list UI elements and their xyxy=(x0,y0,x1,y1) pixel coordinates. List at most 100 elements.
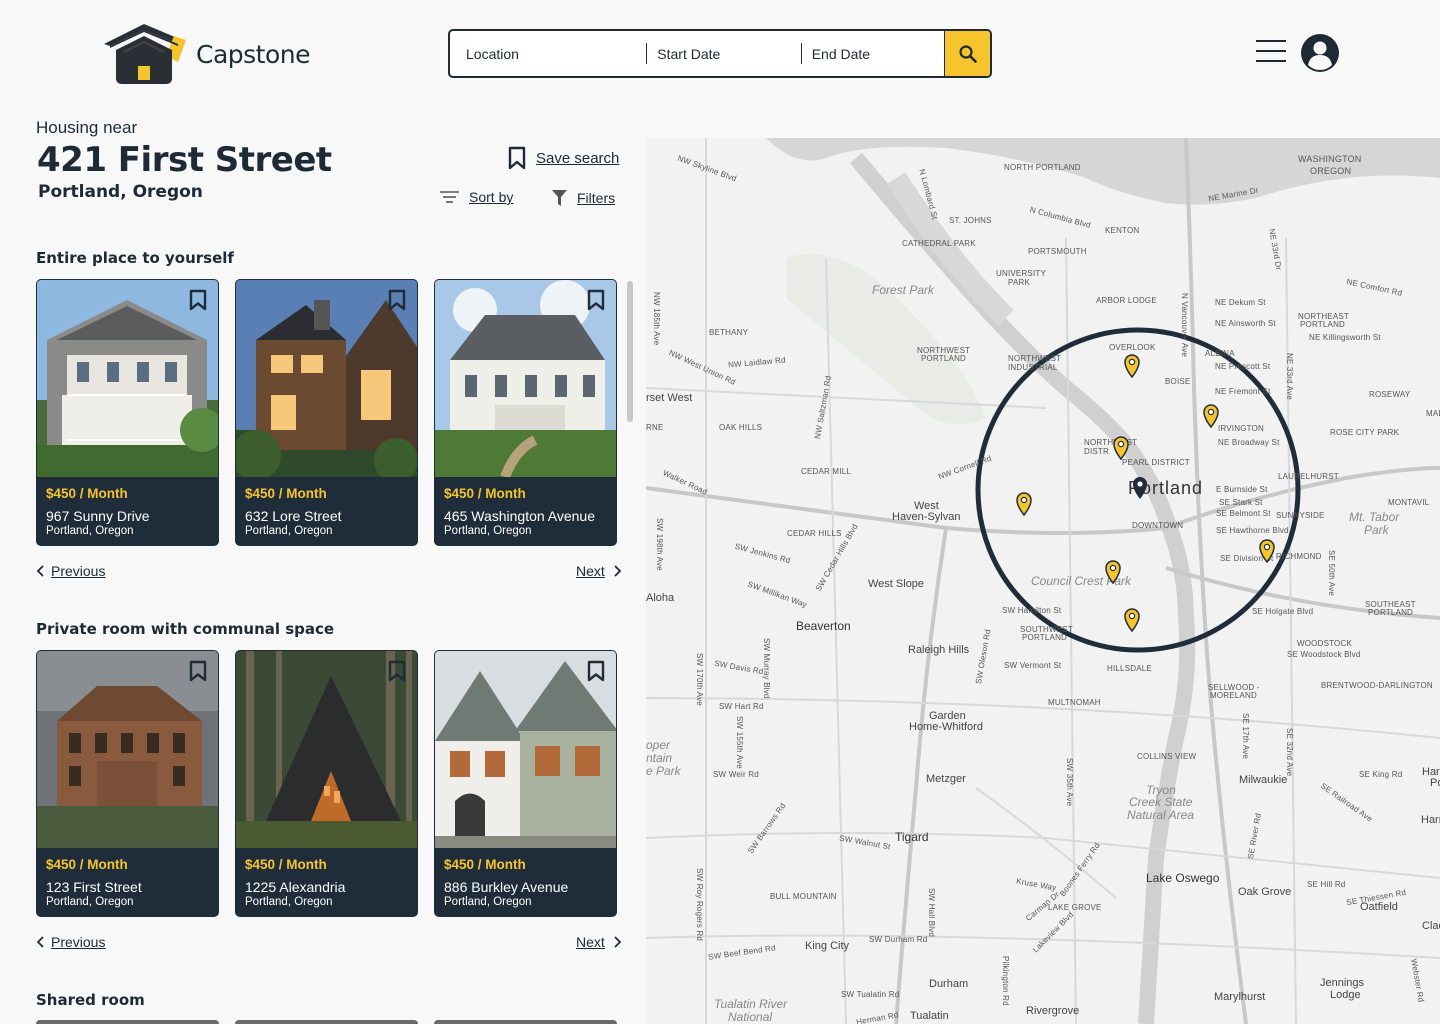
map-pin-icon[interactable] xyxy=(1016,492,1032,516)
map-label: PORTLAND xyxy=(1368,608,1414,617)
listing-price: $450 / Month xyxy=(245,857,327,872)
listing-price: $450 / Month xyxy=(46,857,128,872)
map-label: Park xyxy=(1364,523,1389,537)
map-label: ALBINA xyxy=(1205,349,1235,358)
listing-street: 123 First Street xyxy=(46,879,142,895)
next-label: Next xyxy=(576,563,605,579)
bookmark-icon[interactable] xyxy=(388,289,406,311)
location-input[interactable]: Location xyxy=(450,31,646,76)
map-label: MULTNOMAH xyxy=(1048,698,1101,707)
listing-card[interactable]: $450 / Month 123 First Street Portland, … xyxy=(36,650,219,917)
search-button[interactable] xyxy=(944,31,990,76)
listing-city: Portland, Oregon xyxy=(46,896,134,908)
listing-photo xyxy=(37,651,218,848)
chevron-right-icon xyxy=(614,936,622,948)
map-pin-icon[interactable] xyxy=(1203,404,1219,428)
save-search-label: Save search xyxy=(536,149,620,167)
map-pin-icon[interactable] xyxy=(1132,476,1148,500)
listing-card[interactable] xyxy=(36,1020,219,1024)
map-label: Tualatin xyxy=(910,1010,949,1022)
filters-button[interactable]: Filters xyxy=(552,189,615,207)
map-pin-icon[interactable] xyxy=(1105,560,1121,584)
listing-card[interactable]: $450 / Month 1225 Alexandria Portland, O… xyxy=(235,650,418,917)
bookmark-icon[interactable] xyxy=(189,289,207,311)
map-label: Forest Park xyxy=(872,283,935,297)
map-label: ARBOR LODGE xyxy=(1096,296,1157,305)
map-label: Milwaukie xyxy=(1239,774,1288,786)
map-label: SW Hart Rd xyxy=(719,702,764,711)
map-label: Pilkington Rd xyxy=(1001,956,1010,1006)
listing-photo xyxy=(435,651,616,848)
map-label: CEDAR MILL xyxy=(801,467,852,476)
map-label: PORTLAND xyxy=(1300,320,1346,329)
map-label: COLLINS VIEW xyxy=(1137,752,1197,761)
listing-card[interactable]: $450 / Month 632 Lore Street Portland, O… xyxy=(235,279,418,546)
listing-card[interactable]: $450 / Month 967 Sunny Drive Portland, O… xyxy=(36,279,219,546)
section-title: Shared room xyxy=(36,991,145,1009)
map-pin-icon[interactable] xyxy=(1124,608,1140,632)
listing-city: Portland, Oregon xyxy=(245,525,333,537)
map-label: SE 50th Ave xyxy=(1327,550,1336,597)
scrollbar[interactable] xyxy=(627,281,633,422)
listing-photo xyxy=(236,651,417,848)
map-label: CEDAR HILLS xyxy=(787,529,842,538)
map-pin-icon[interactable] xyxy=(1113,436,1129,460)
map-label: SW Durham Rd xyxy=(869,935,928,944)
map-label: BULL MOUNTAIN xyxy=(770,892,837,901)
end-date-input[interactable]: End Date xyxy=(802,31,944,76)
map-label: PEARL DISTRICT xyxy=(1122,458,1190,467)
map-label: BRENTWOOD-DARLINGTON xyxy=(1321,681,1433,690)
listing-city: Portland, Oregon xyxy=(444,525,532,537)
map-label: MADISO xyxy=(1426,409,1440,418)
listing-street: 632 Lore Street xyxy=(245,508,342,524)
listing-card[interactable] xyxy=(235,1020,418,1024)
map-label: SE Woodstock Blvd xyxy=(1287,650,1361,659)
map-label: SW Hall Blvd xyxy=(927,888,936,938)
start-date-input[interactable]: Start Date xyxy=(647,31,800,76)
map-label: e Park xyxy=(646,764,681,778)
bookmark-icon[interactable] xyxy=(189,660,207,682)
filters-label: Filters xyxy=(577,190,616,206)
map-label: HILLSDALE xyxy=(1107,664,1152,673)
map-label: Marylhurst xyxy=(1214,991,1266,1003)
sort-by-button[interactable]: Sort by xyxy=(440,189,513,205)
map-label: SE Holgate Blvd xyxy=(1252,607,1314,616)
save-search-button[interactable]: Save search xyxy=(508,146,619,170)
listing-street: 886 Burkley Avenue xyxy=(444,879,569,895)
map-label: RNE xyxy=(646,423,664,432)
listing-street: 1225 Alexandria xyxy=(245,879,346,895)
listing-card[interactable]: $450 / Month 886 Burkley Avenue Portland… xyxy=(434,650,617,917)
bookmark-icon[interactable] xyxy=(587,289,605,311)
map-label: OREGON xyxy=(1310,166,1352,176)
listing-card[interactable] xyxy=(434,1020,617,1024)
map-label: DOWNTOWN xyxy=(1132,521,1184,530)
map-label: Tigard xyxy=(895,830,929,844)
bookmark-icon xyxy=(508,146,526,170)
map-label: NORTH PORTLAND xyxy=(1004,163,1081,172)
map-label: BOISE xyxy=(1165,377,1191,386)
map-label: PORTLAND xyxy=(921,354,967,363)
map-label: E Burnside St xyxy=(1216,485,1268,494)
map-pin-icon[interactable] xyxy=(1259,539,1275,563)
previous-button[interactable]: Previous xyxy=(36,934,105,950)
map-label: NORTHWEST INDUSTRIAL xyxy=(1008,354,1062,372)
logo[interactable]: Capstone xyxy=(102,22,311,86)
listing-photo xyxy=(236,280,417,477)
previous-button[interactable]: Previous xyxy=(36,563,105,579)
listing-card[interactable]: $450 / Month 465 Washington Avenue Portl… xyxy=(434,279,617,546)
previous-label: Previous xyxy=(51,934,106,950)
map-pin-icon[interactable] xyxy=(1124,354,1140,378)
map-label: LAKE GROVE xyxy=(1048,903,1102,912)
next-button[interactable]: Next xyxy=(576,934,622,950)
bookmark-icon[interactable] xyxy=(587,660,605,682)
next-button[interactable]: Next xyxy=(576,563,622,579)
map[interactable]: NORTH PORTLAND WASHINGTON OREGON ST. JOH… xyxy=(646,138,1440,1024)
account-icon[interactable] xyxy=(1301,34,1339,72)
map-label: SW Hamilton St xyxy=(1002,606,1062,615)
map-label: SW 35th Ave xyxy=(1065,758,1074,807)
bookmark-icon[interactable] xyxy=(388,660,406,682)
search-icon xyxy=(958,44,977,63)
filter-icon xyxy=(552,190,567,206)
map-label: Home-Whitford xyxy=(909,721,983,733)
menu-icon[interactable] xyxy=(1256,40,1286,64)
